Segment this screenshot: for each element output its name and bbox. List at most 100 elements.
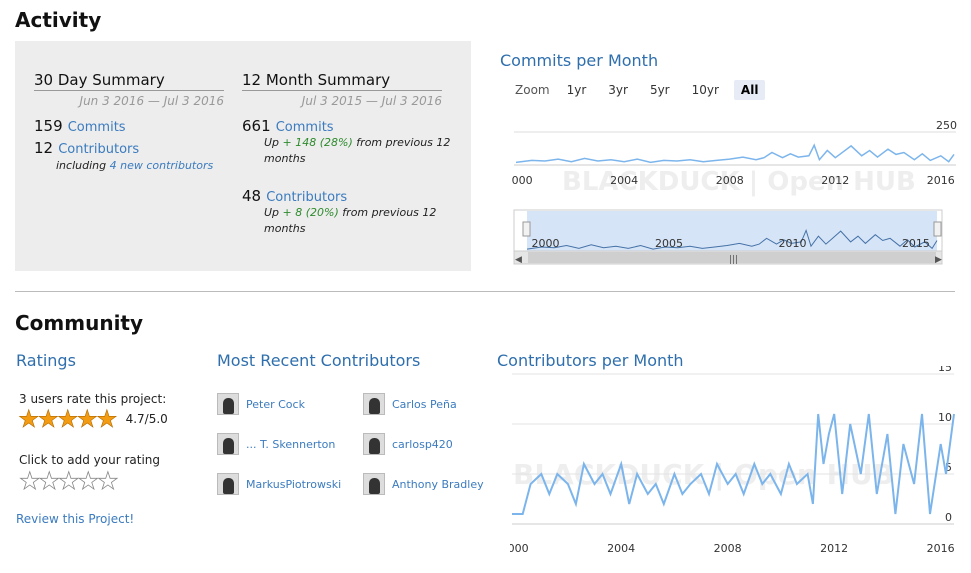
day30-commits-count: 159 — [34, 117, 63, 135]
contributor-item[interactable]: Carlos Peña — [363, 393, 457, 415]
ratings-summary: 3 users rate this project: — [19, 392, 167, 406]
zoom-label: Zoom — [515, 83, 550, 97]
zoom-bar: Zoom 1yr 3yr 5yr 10yr All — [515, 80, 766, 100]
contributors-y-tick-label: 0 — [945, 511, 952, 524]
commits-x-tick-label: 2000 — [512, 174, 533, 187]
rating-stars: ★★★★★ — [18, 405, 118, 433]
ratings-title: Ratings — [16, 351, 76, 370]
avatar — [217, 393, 239, 415]
navigator-tick-label: 2000 — [531, 237, 559, 250]
contributors-x-tick-label: 2000 — [510, 542, 529, 555]
day30-contributors-count: 12 — [34, 139, 54, 157]
day30-commits: 159 Commits — [34, 116, 126, 135]
commits-x-tick-label: 2012 — [821, 174, 849, 187]
commits-x-tick-label: 2016 — [927, 174, 955, 187]
contributors-y-tick-label: 10 — [938, 411, 952, 424]
contributors-gridlines — [512, 373, 954, 525]
contributors-x-tick-label: 2004 — [607, 542, 635, 555]
avatar — [363, 473, 385, 495]
contributor-item[interactable]: Anthony Bradley — [363, 473, 484, 495]
month12-contributors: 48 Contributors — [242, 186, 347, 205]
day30-commits-link[interactable]: Commits — [68, 120, 126, 135]
day30-heading: 30 Day Summary — [34, 71, 224, 91]
star-empty-icon[interactable]: ★ — [77, 467, 99, 495]
activity-heading: Activity — [15, 8, 102, 32]
add-rating-stars[interactable]: ★★★★★ — [19, 467, 119, 495]
contributors-x-tick-label: 2008 — [714, 542, 742, 555]
zoom-5yr-button[interactable]: 5yr — [643, 80, 677, 100]
contributor-name[interactable]: carlosp420 — [392, 438, 453, 451]
day30-range: Jun 3 2016 — Jul 3 2016 — [79, 94, 224, 108]
contributor-name[interactable]: Carlos Peña — [392, 398, 457, 411]
month12-commits-link[interactable]: Commits — [276, 120, 334, 135]
day30-contributors-link[interactable]: Contributors — [58, 142, 139, 157]
avatar — [217, 433, 239, 455]
contributor-item[interactable]: ... T. Skennerton — [217, 433, 335, 455]
month12-summary: 12 Month Summary Jul 3 2015 — Jul 3 2016 — [242, 71, 442, 108]
month12-contributors-count: 48 — [242, 187, 262, 205]
navigator-tick-label: 2015 — [902, 237, 930, 250]
commits-chart: BLACKDUCK | Open HUB 250 200020042008201… — [512, 119, 957, 265]
zoom-1yr-button[interactable]: 1yr — [560, 80, 594, 100]
section-divider — [15, 291, 955, 292]
review-project-link[interactable]: Review this Project! — [16, 512, 134, 526]
contributors-x-tick-label: 2016 — [927, 542, 955, 555]
commits-series-line — [515, 143, 955, 164]
scroll-left-icon[interactable]: ◀ — [515, 255, 522, 265]
navigator-tick-label: 2010 — [778, 237, 806, 250]
month12-contributors-change: Up + 8 (20%) from previous 12 months — [264, 205, 454, 237]
contributor-item[interactable]: MarkusPiotrowski — [217, 473, 341, 495]
month12-commits-count: 661 — [242, 117, 271, 135]
contributor-name[interactable]: ... T. Skennerton — [246, 438, 335, 451]
zoom-10yr-button[interactable]: 10yr — [685, 80, 726, 100]
avatar — [363, 433, 385, 455]
star-empty-icon[interactable]: ★ — [97, 467, 119, 495]
new-contributors-link[interactable]: 4 new contributors — [110, 159, 214, 172]
navigator-tick-label: 2005 — [655, 237, 683, 250]
contributors-change: + 8 (20%) — [282, 206, 339, 219]
star-full-icon: ★ — [96, 405, 118, 433]
add-rating-label: Click to add your rating — [19, 453, 161, 467]
navigator-right-handle[interactable] — [933, 221, 942, 237]
day30-summary: 30 Day Summary Jun 3 2016 — Jul 3 2016 — [34, 71, 224, 108]
commits-y-tick: 250 — [936, 119, 957, 132]
contributor-name[interactable]: Peter Cock — [246, 398, 305, 411]
commits-up-prefix: Up — [264, 136, 280, 149]
scroll-right-icon[interactable]: ▶ — [935, 255, 942, 265]
month12-contributors-link[interactable]: Contributors — [266, 190, 347, 205]
navigator-selection[interactable] — [527, 211, 937, 253]
day30-contributors: 12 Contributors — [34, 138, 139, 157]
star-empty-icon[interactable]: ★ — [38, 467, 60, 495]
contributor-item[interactable]: Peter Cock — [217, 393, 305, 415]
month12-commits: 661 Commits — [242, 116, 334, 135]
month12-range: Jul 3 2015 — Jul 3 2016 — [301, 94, 442, 108]
navigator-left-handle[interactable] — [522, 221, 531, 237]
commits-x-tick-label: 2004 — [610, 174, 638, 187]
month12-commits-change: Up + 148 (28%) from previous 12 months — [264, 135, 454, 167]
star-full-icon: ★ — [37, 405, 59, 433]
scroll-grip-icon: ||| — [729, 255, 738, 265]
star-empty-icon[interactable]: ★ — [58, 467, 80, 495]
day30-including-prefix: including — [56, 159, 107, 172]
commits-x-tick-label: 2008 — [716, 174, 744, 187]
star-full-icon: ★ — [57, 405, 79, 433]
commits-change: + 148 (28%) — [282, 136, 353, 149]
contributors-y-tick-label: 15 — [938, 366, 952, 374]
commits-chart-title: Commits per Month — [500, 51, 659, 70]
contributors-up-prefix: Up — [264, 206, 280, 219]
zoom-3yr-button[interactable]: 3yr — [601, 80, 635, 100]
contributor-item[interactable]: carlosp420 — [363, 433, 453, 455]
contributors-x-tick-label: 2012 — [820, 542, 848, 555]
zoom-All-button[interactable]: All — [733, 80, 766, 100]
rating-score: 4.7/5.0 — [125, 412, 168, 426]
star-full-icon: ★ — [76, 405, 98, 433]
zoom-buttons: 1yr 3yr 5yr 10yr All — [560, 80, 766, 100]
contributors-x-ticks: 2000 2004 2008 2012 2016 — [510, 542, 955, 555]
contributors-title: Most Recent Contributors — [217, 351, 421, 370]
contributor-name[interactable]: Anthony Bradley — [392, 478, 484, 491]
star-full-icon: ★ — [18, 405, 40, 433]
contributor-name[interactable]: MarkusPiotrowski — [246, 478, 341, 491]
community-heading: Community — [15, 311, 144, 335]
star-empty-icon[interactable]: ★ — [19, 467, 41, 495]
avatar — [217, 473, 239, 495]
